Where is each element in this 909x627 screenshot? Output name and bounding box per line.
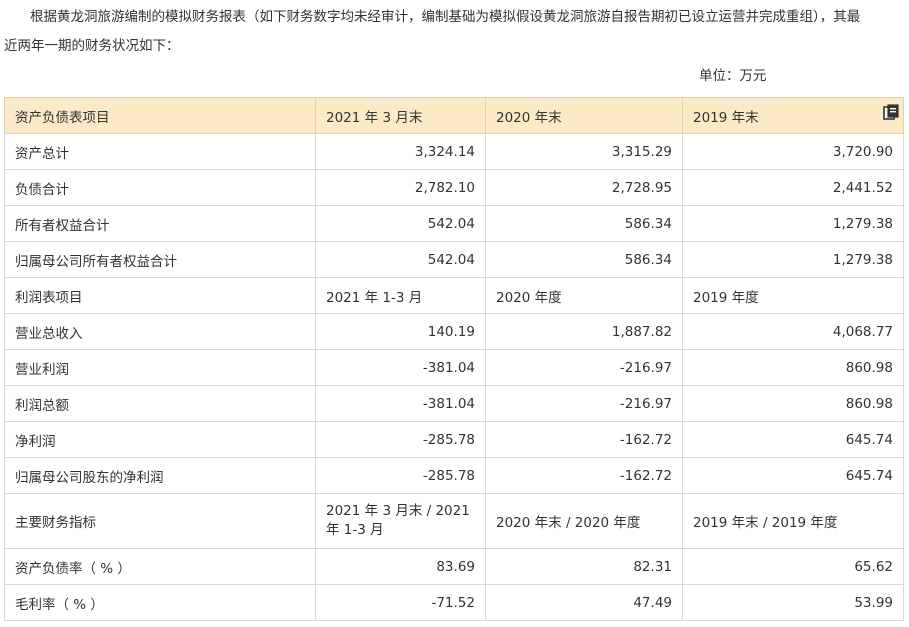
value-cell: -381.04: [315, 385, 486, 422]
header-cell: 2019 年末: [682, 97, 904, 134]
row-label: 资产负债率（ % ）: [4, 548, 316, 585]
section-header-cell: 主要财务指标: [4, 493, 316, 549]
table-row: 营业总收入 140.19 1,887.82 4,068.77: [4, 313, 904, 350]
value-cell: 47.49: [485, 584, 683, 621]
table-row: 负债合计 2,782.10 2,728.95 2,441.52: [4, 169, 904, 206]
row-label: 归属母公司所有者权益合计: [4, 241, 316, 278]
value-cell: 3,324.14: [315, 133, 486, 170]
row-label: 利润总额: [4, 385, 316, 422]
section-header-cell: 2019 年末 / 2019 年度: [682, 493, 904, 549]
table-row: 毛利率（ % ） -71.52 47.49 53.99: [4, 584, 904, 621]
row-label: 毛利率（ % ）: [4, 584, 316, 621]
table-header-row: 资产负债表项目 2021 年 3 月末 2020 年末 2019 年末: [4, 97, 904, 134]
value-cell: 586.34: [485, 205, 683, 242]
value-cell: 82.31: [485, 548, 683, 585]
header-cell: 2021 年 3 月末: [315, 97, 486, 134]
section-header-cell: 2020 年末 / 2020 年度: [485, 493, 683, 549]
value-cell: 542.04: [315, 241, 486, 278]
table-row: 归属母公司所有者权益合计 542.04 586.34 1,279.38: [4, 241, 904, 278]
value-cell: 645.74: [682, 421, 904, 458]
value-cell: 860.98: [682, 385, 904, 422]
table-row: 所有者权益合计 542.04 586.34 1,279.38: [4, 205, 904, 242]
value-cell: 53.99: [682, 584, 904, 621]
table-row: 净利润 -285.78 -162.72 645.74: [4, 421, 904, 458]
row-label: 营业利润: [4, 349, 316, 386]
copy-icon[interactable]: [883, 104, 899, 120]
table-row: 营业利润 -381.04 -216.97 860.98: [4, 349, 904, 386]
value-cell: 586.34: [485, 241, 683, 278]
value-cell: 542.04: [315, 205, 486, 242]
row-label: 负债合计: [4, 169, 316, 206]
intro-line-1: 根据黄龙洞旅游编制的模拟财务报表（如下财务数字均未经审计，编制基础为模拟假设黄龙…: [30, 9, 861, 25]
value-cell: 4,068.77: [682, 313, 904, 350]
table-row: 资产负债率（ % ） 83.69 82.31 65.62: [4, 548, 904, 585]
section-header-cell: 2021 年 1-3 月: [315, 277, 486, 314]
table-row: 归属母公司股东的净利润 -285.78 -162.72 645.74: [4, 457, 904, 494]
header-cell-label: 2019 年末: [693, 109, 759, 126]
value-cell: 860.98: [682, 349, 904, 386]
value-cell: -216.97: [485, 385, 683, 422]
intro-paragraph: 根据黄龙洞旅游编制的模拟财务报表（如下财务数字均未经审计，编制基础为模拟假设黄龙…: [4, 0, 904, 62]
row-label: 营业总收入: [4, 313, 316, 350]
row-label: 净利润: [4, 421, 316, 458]
header-cell: 2020 年末: [485, 97, 683, 134]
table-row: 资产总计 3,324.14 3,315.29 3,720.90: [4, 133, 904, 170]
section-header-cell: 2021 年 3 月末 / 2021 年 1-3 月: [315, 493, 486, 549]
row-label: 归属母公司股东的净利润: [4, 457, 316, 494]
section-header-cell: 2019 年度: [682, 277, 904, 314]
section-header-row: 利润表项目 2021 年 1-3 月 2020 年度 2019 年度: [4, 277, 904, 314]
value-cell: 1,279.38: [682, 241, 904, 278]
value-cell: 83.69: [315, 548, 486, 585]
value-cell: -162.72: [485, 457, 683, 494]
value-cell: -381.04: [315, 349, 486, 386]
value-cell: -162.72: [485, 421, 683, 458]
value-cell: 2,441.52: [682, 169, 904, 206]
value-cell: 2,782.10: [315, 169, 486, 206]
section-header-row: 主要财务指标 2021 年 3 月末 / 2021 年 1-3 月 2020 年…: [4, 493, 904, 549]
row-label: 所有者权益合计: [4, 205, 316, 242]
value-cell: 1,279.38: [682, 205, 904, 242]
row-label: 资产总计: [4, 133, 316, 170]
value-cell: -71.52: [315, 584, 486, 621]
value-cell: 65.62: [682, 548, 904, 585]
value-cell: 140.19: [315, 313, 486, 350]
value-cell: 3,315.29: [485, 133, 683, 170]
value-cell: -285.78: [315, 457, 486, 494]
header-cell: 资产负债表项目: [4, 97, 316, 134]
value-cell: -285.78: [315, 421, 486, 458]
value-cell: -216.97: [485, 349, 683, 386]
section-header-cell: 2020 年度: [485, 277, 683, 314]
table-row: 利润总额 -381.04 -216.97 860.98: [4, 385, 904, 422]
value-cell: 3,720.90: [682, 133, 904, 170]
value-cell: 645.74: [682, 457, 904, 494]
unit-label: 单位：万元: [699, 68, 767, 84]
value-cell: 2,728.95: [485, 169, 683, 206]
financial-table: 资产负债表项目 2021 年 3 月末 2020 年末 2019 年末 资产总计…: [4, 97, 904, 621]
section-header-cell: 利润表项目: [4, 277, 316, 314]
value-cell: 1,887.82: [485, 313, 683, 350]
intro-line-2: 近两年一期的财务状况如下：: [4, 38, 180, 54]
